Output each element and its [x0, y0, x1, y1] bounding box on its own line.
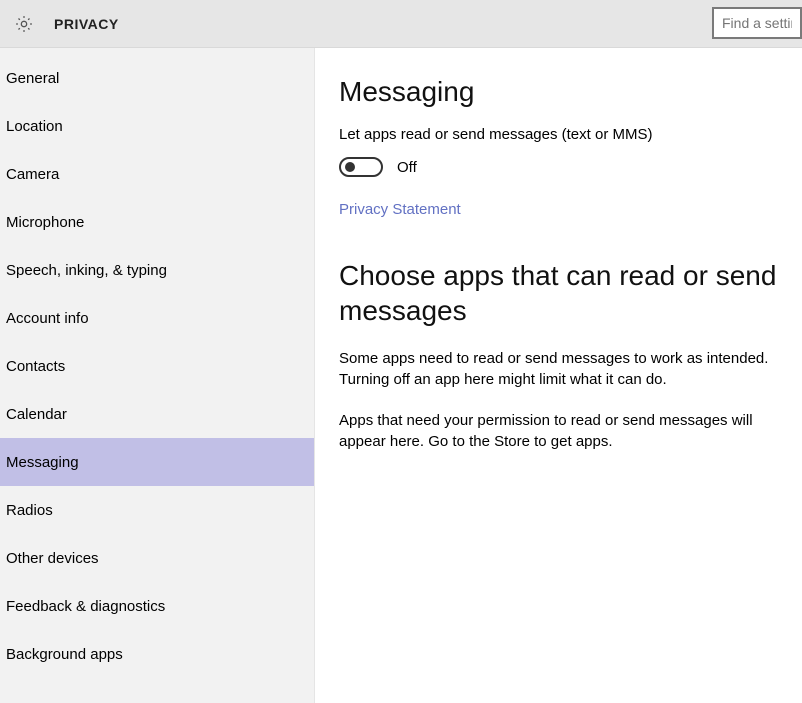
- sidebar-item-label: General: [6, 70, 59, 87]
- sidebar-item-label: Speech, inking, & typing: [6, 262, 167, 279]
- sidebar-item-contacts[interactable]: Contacts: [0, 342, 314, 390]
- sidebar-item-label: Camera: [6, 166, 59, 183]
- section-paragraph-1: Some apps need to read or send messages …: [339, 348, 779, 390]
- sidebar-item-account-info[interactable]: Account info: [0, 294, 314, 342]
- privacy-statement-link[interactable]: Privacy Statement: [339, 201, 461, 218]
- sidebar-item-general[interactable]: General: [0, 54, 314, 102]
- sidebar-item-label: Messaging: [6, 454, 79, 471]
- sidebar-item-location[interactable]: Location: [0, 102, 314, 150]
- sidebar: General Location Camera Microphone Speech, i…: [0, 48, 315, 703]
- sidebar-item-label: Feedback & diagnostics: [6, 598, 165, 615]
- sidebar-item-background-apps[interactable]: Background apps: [0, 630, 314, 678]
- toggle-row: Off: [339, 157, 784, 177]
- sidebar-item-speech-inking-typing[interactable]: Speech, inking, & typing: [0, 246, 314, 294]
- page-title: PRIVACY: [54, 16, 119, 32]
- section-heading: Choose apps that can read or send messag…: [339, 258, 784, 328]
- sidebar-item-label: Contacts: [6, 358, 65, 375]
- sidebar-item-messaging[interactable]: Messaging: [0, 438, 314, 486]
- section-paragraph-2: Apps that need your permission to read o…: [339, 410, 779, 452]
- sidebar-item-radios[interactable]: Radios: [0, 486, 314, 534]
- search-input[interactable]: [712, 7, 802, 39]
- body-area: General Location Camera Microphone Speech, i…: [0, 48, 802, 703]
- main-panel: Messaging Let apps read or send messages…: [315, 48, 802, 703]
- sidebar-item-microphone[interactable]: Microphone: [0, 198, 314, 246]
- sidebar-item-label: Calendar: [6, 406, 67, 423]
- sidebar-item-label: Microphone: [6, 214, 84, 231]
- messaging-toggle[interactable]: [339, 157, 383, 177]
- sidebar-item-label: Radios: [6, 502, 53, 519]
- sidebar-item-label: Account info: [6, 310, 89, 327]
- sidebar-item-label: Other devices: [6, 550, 99, 567]
- sidebar-item-label: Background apps: [6, 646, 123, 663]
- gear-icon: [14, 14, 34, 34]
- sidebar-item-label: Location: [6, 118, 63, 135]
- toggle-state-label: Off: [397, 159, 417, 176]
- header-bar: PRIVACY: [0, 0, 802, 48]
- sidebar-item-calendar[interactable]: Calendar: [0, 390, 314, 438]
- sidebar-item-camera[interactable]: Camera: [0, 150, 314, 198]
- sidebar-item-feedback-diagnostics[interactable]: Feedback & diagnostics: [0, 582, 314, 630]
- main-heading: Messaging: [339, 76, 784, 108]
- sidebar-item-other-devices[interactable]: Other devices: [0, 534, 314, 582]
- toggle-knob: [345, 162, 355, 172]
- toggle-description: Let apps read or send messages (text or …: [339, 126, 784, 143]
